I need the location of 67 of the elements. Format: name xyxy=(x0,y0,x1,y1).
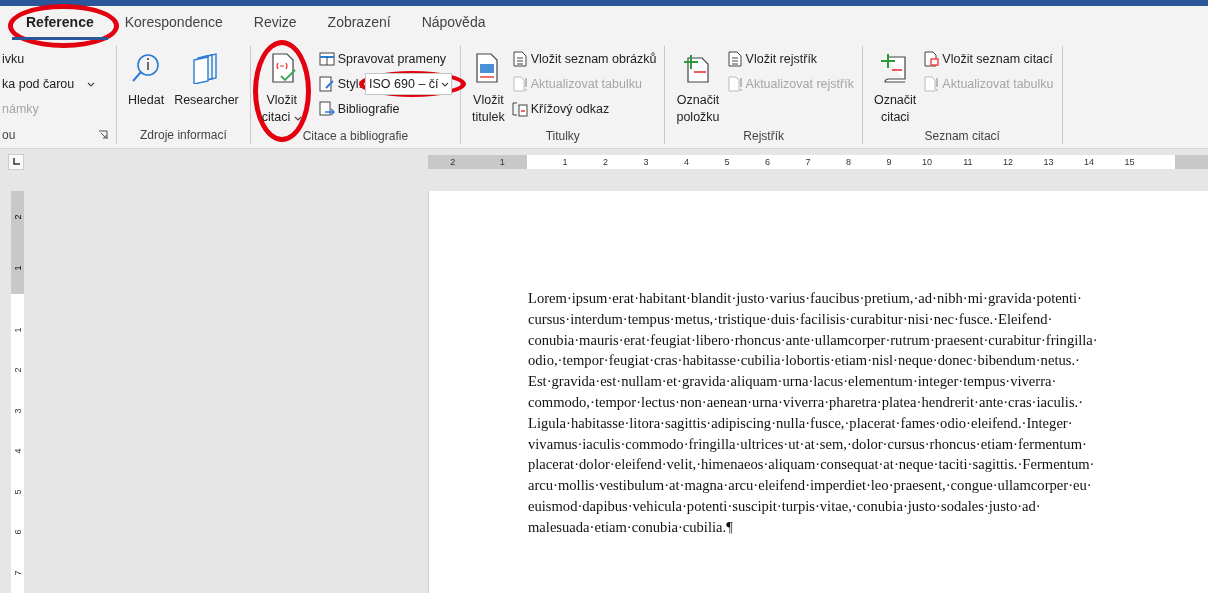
group-label: Citace a bibliografie xyxy=(302,129,409,143)
ruler-number: 9 xyxy=(885,157,892,167)
ribbon-button[interactable]: Bibliografie xyxy=(318,98,453,120)
document-exclamation-icon xyxy=(923,76,940,92)
group-label: Titulky xyxy=(545,129,580,143)
group-label: Rejstřík xyxy=(743,129,785,143)
ribbon-button[interactable]: Vložit seznam citací xyxy=(923,48,1054,70)
ruler-number: 1 xyxy=(12,327,23,332)
ribbon-button[interactable]: Researcher xyxy=(171,46,242,111)
ribbon-button[interactable]: Spravovat prameny xyxy=(318,48,453,70)
group-label: Zdroje informací xyxy=(140,128,227,142)
ribbon-button[interactable]: ivku xyxy=(2,48,96,70)
document-stamp-icon xyxy=(923,51,940,67)
document-exclamation-icon xyxy=(726,76,743,92)
document-paragraph: Lorem·ipsum·erat·habitant·blandit·justo·varius·faucibus·pretium,·ad·nibh·mi·gravida·potenti· cursus·interdum·tempus·metus,·tristique·duis·facilisis·curabitur·nisi·nec·fusce.·Eleifend· conubia·mauris·erat·feugiat·libero·rhoncus·ante·ullamcorper·rutrum·praesent·curabitur·fringilla· odio,·tempor·feugiat·cras·habitasse·cubilia·lobortis·etiam·nisl·neque·donec·bibendum·netus.· Est·gravida·est·nullam·et·gravida·aliquam·urna·lacus·elementum·integer·tempus·viverra· commodo,·tempor·lectus·non·aenean·urna·viverra·pharetra·platea·hendrerit·ante·cras·iaculis.· Ligula·habitasse·litora·sagittis·adipiscing·nulla·fusce,·placerat·fames·odio·eleifend.·Integer· vivamus·iaculis·commodo·fringilla·ultrices·ut·at·sem,·dolor·cursus·rhoncus·etiam·fermentum· placerat·dolor·eleifend·velit,·himenaeos·aliquam·consequat·at·neque·taciti·sagittis.·Fermentum· arcu·mollis·vestibulum·at·magna·arcu·eleifend·imperdiet·leo·praesent,·congue·ullamcorper·eu· euismod·dapibus·vehicula·potenti·suscipit·turpis·vitae,·conubia·justo·sodales·justo·ad· malesuada·etiam·conubia·cubilia.¶ xyxy=(528,289,1099,537)
ribbon-tab[interactable]: Revize xyxy=(239,6,311,40)
ribbon-button[interactable]: Označit položku xyxy=(673,46,723,128)
ruler-number: 6 xyxy=(764,157,770,167)
ruler-number: 2 xyxy=(450,157,456,167)
table-icon xyxy=(318,51,335,67)
ruler-number: 3 xyxy=(12,408,23,413)
ruler-margin xyxy=(1175,155,1208,169)
ribbon-button[interactable]: Křížový odkaz xyxy=(511,98,657,120)
ruler-number: 2 xyxy=(12,367,23,373)
list-document-icon xyxy=(511,51,528,67)
style-dropdown[interactable]: ISO 690 – čí xyxy=(365,73,453,95)
ruler-number: 6 xyxy=(12,529,23,535)
dialog-launcher-icon[interactable] xyxy=(98,130,108,140)
ruler-number: 13 xyxy=(1042,157,1054,167)
ruler-number: 3 xyxy=(642,157,649,167)
ruler-number: 4 xyxy=(12,448,23,454)
ribbon-button[interactable]: ka pod čarou xyxy=(2,73,96,95)
ruler-number: 7 xyxy=(12,570,23,575)
ribbon-tab[interactable]: Zobrazení xyxy=(313,6,405,40)
bracket-document-icon xyxy=(511,101,528,117)
list-document-icon xyxy=(726,51,743,67)
ruler-number: 2 xyxy=(12,214,23,220)
document-arrow-icon xyxy=(318,101,335,117)
ruler-number: 12 xyxy=(1002,157,1013,167)
document-exclamation-icon xyxy=(511,76,528,92)
caret-icon xyxy=(440,81,449,87)
ruler-number: 11 xyxy=(962,157,973,167)
ribbon-button[interactable]: Vložit titulek xyxy=(469,46,508,128)
group-label: ou xyxy=(2,128,16,142)
ribbon-button[interactable]: Vložit citaci xyxy=(258,46,305,128)
ribbon-tab[interactable]: Korespondence xyxy=(110,6,237,40)
ruler-number: 5 xyxy=(723,157,730,167)
ribbon-button[interactable]: Hledat xyxy=(125,46,168,111)
ruler-number: 4 xyxy=(683,157,689,167)
tab-stop-icon[interactable] xyxy=(8,154,24,170)
ribbon-tab[interactable]: Nápověda xyxy=(407,6,500,40)
style-label: Styl: xyxy=(337,77,363,91)
ruler-number: 8 xyxy=(845,157,851,167)
ruler-number: 1 xyxy=(12,265,23,271)
ribbon-button[interactable]: Označit citaci xyxy=(870,46,920,128)
ribbon-button[interactable]: Vložit seznam obrázků xyxy=(511,48,657,70)
ruler-number: 5 xyxy=(12,489,23,494)
ruler-number: 7 xyxy=(804,157,811,167)
ribbon-button[interactable]: Vložit rejstřík xyxy=(726,48,854,70)
ruler-number: 1 xyxy=(499,157,505,167)
ruler-number: 1 xyxy=(561,157,568,167)
ruler-number: 15 xyxy=(1123,157,1135,167)
document-pen-icon xyxy=(318,76,335,92)
ruler-number: 2 xyxy=(602,157,608,167)
group-label: Seznam citací xyxy=(924,129,1000,143)
ruler-number: 14 xyxy=(1083,157,1094,167)
ruler-number: 10 xyxy=(921,157,932,167)
